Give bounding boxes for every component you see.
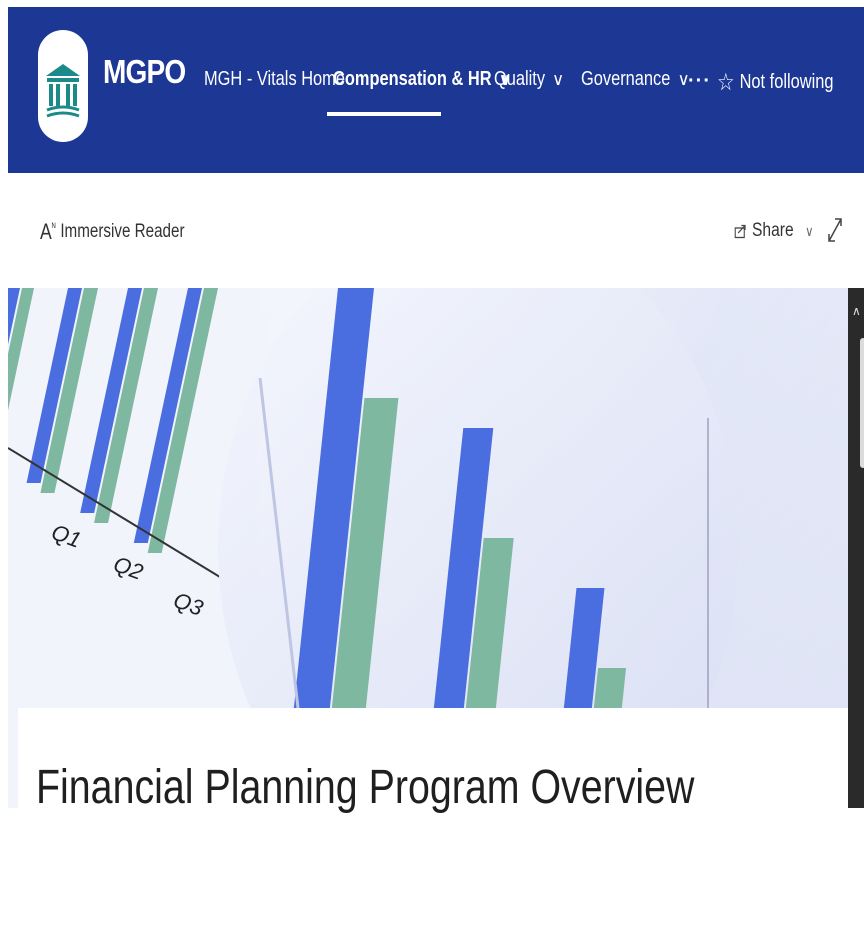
- chevron-down-icon: ∨: [552, 69, 565, 89]
- site-logo[interactable]: [38, 30, 88, 142]
- building-columns-icon: [46, 64, 80, 118]
- nav-item-quality[interactable]: Quality ∨: [494, 68, 565, 91]
- star-outline-icon: ☆: [717, 69, 735, 96]
- command-bar: Aᴺ Immersive Reader Share ∨: [0, 173, 864, 285]
- follow-label: Not following: [739, 71, 834, 93]
- nav-item-label: Governance: [581, 68, 671, 90]
- nav-item-vitals-home[interactable]: MGH - Vitals Home: [204, 68, 345, 91]
- immersive-reader-label: Immersive Reader: [60, 221, 185, 242]
- chevron-down-icon: ∨: [805, 222, 814, 239]
- page-title: Financial Planning Program Overview: [36, 761, 695, 814]
- scroll-thumb[interactable]: [860, 338, 864, 468]
- nav-item-label: Compensation & HR: [333, 68, 492, 90]
- nav-item-governance[interactable]: Governance ∨: [581, 68, 690, 91]
- expand-button[interactable]: [826, 217, 844, 248]
- active-tab-indicator: [327, 112, 441, 116]
- share-label: Share: [752, 220, 794, 241]
- nav-item-compensation-hr[interactable]: Compensation & HR ∨: [333, 68, 512, 91]
- site-title[interactable]: MGPO: [103, 53, 186, 91]
- scroll-up-icon: ∧: [852, 304, 861, 318]
- nav-item-label: MGH - Vitals Home: [204, 68, 345, 90]
- hero-scrollbar[interactable]: ∧: [848, 288, 864, 808]
- immersive-reader-button[interactable]: Aᴺ Immersive Reader: [40, 219, 185, 245]
- follow-button[interactable]: ☆ Not following: [717, 68, 833, 97]
- expand-icon: [828, 218, 842, 242]
- immersive-reader-icon: Aᴺ: [40, 219, 56, 244]
- more-nav-button[interactable]: ···: [688, 70, 711, 93]
- share-button[interactable]: Share ∨: [734, 220, 814, 242]
- share-icon: [734, 224, 746, 239]
- nav-item-label: Quality: [494, 68, 546, 90]
